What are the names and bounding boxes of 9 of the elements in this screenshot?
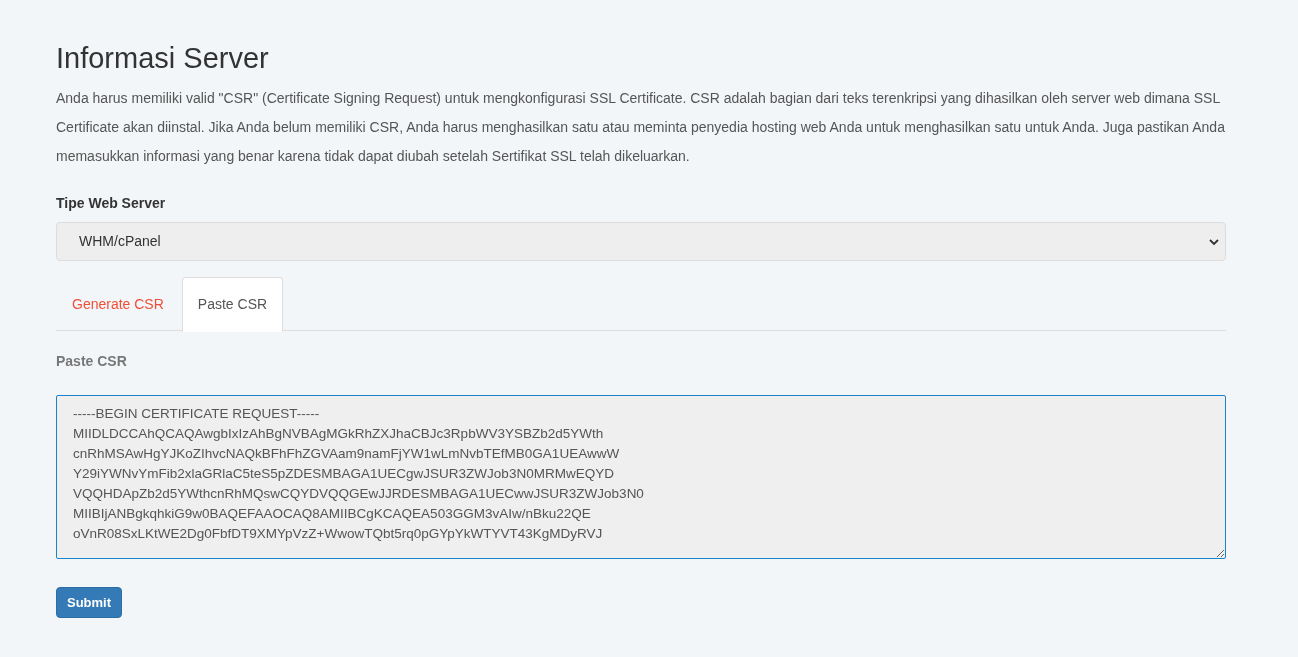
field-label: Tipe Web Server (56, 194, 167, 213)
csr-textarea[interactable]: -----BEGIN CERTIFICATE REQUEST----- MIIDLDCCAhQCAQAwgbIxIzAhBgNVBAgMGkRhZXJhaCBJc3RpbWV3YSBZb2d5YWth cnRhMSAwHgYJKoZIhvcNAQkBFhFhZGVAam9namFjYW1wLmNvbTEfMB0GA1UEAwwW Y29iYWNvYmFib2xlaGRlaC5teS5pZDESMBAGA1UECgwJSUR3ZWJob3N0MRMwEQYD VQQHDApZb2d5YWthcnRhMQswCQYDVQQGEwJJRDESMBAGA1UECwwJSUR3ZWJob3N0 MIIBIjANBgkqhkiG9w0BAQEFAAOCAQ8AMIIBCgKCAQEA503GGM3vAIw/nBku22QE oVnR08SxLKtWE2Dg0FbfDT9XMYpVzZ+WwowTQbt5rq0pGYpYkWTYVT43KgMDyRVJ (56, 395, 1226, 559)
submit-button[interactable]: Submit (56, 587, 123, 618)
tab[interactable]: Paste CSR (181, 277, 284, 332)
field-label: Paste CSR (56, 352, 128, 371)
server-type-select[interactable]: WHM/cPanel (56, 222, 1226, 261)
chevron-down-icon (1209, 237, 1219, 246)
page-title: Informasi Server (56, 41, 270, 76)
intro-paragraph: Anda harus memiliki valid "CSR" (Certificate Signing Request) untuk mengkonfigurasi SSL Certificate. CSR adalah bagian dari teks terenkripsi yang dihasilkan oleh server web dimana SSL Certificate akan diinstal. Jika Anda belum memiliki CSR, Anda harus menghasilkan satu atau meminta penyedia hosting web Anda untuk menghasilkan satu untuk Anda. Juga pastikan Anda memasukkan informasi yang benar karena tidak dapat diubah setelah Sertifikat SSL telah dikeluarkan. (56, 89, 1226, 166)
